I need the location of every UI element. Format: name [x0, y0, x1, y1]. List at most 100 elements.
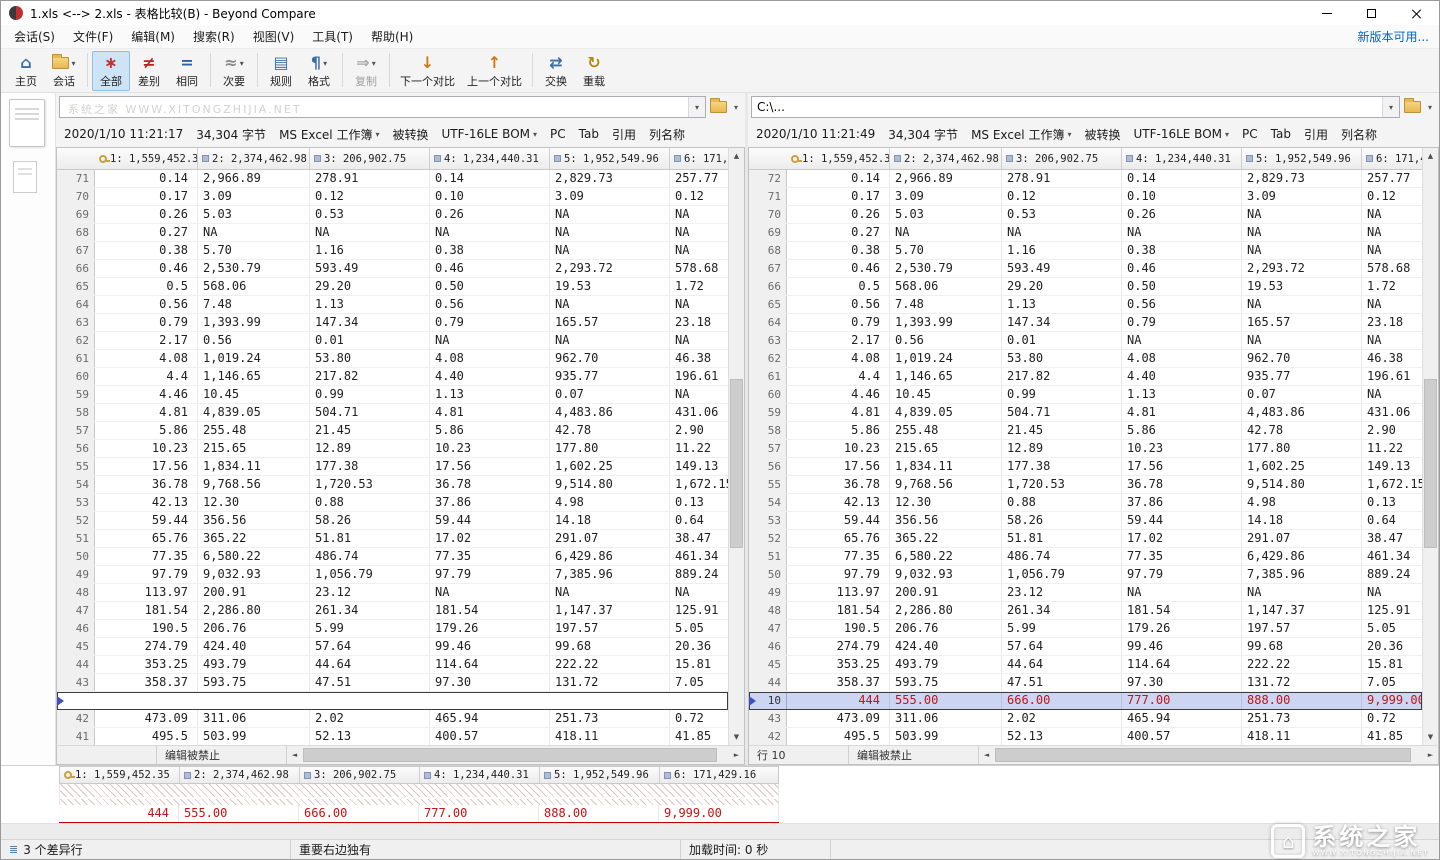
menu-item-1[interactable]: 会话(S) [5, 25, 64, 48]
table-row[interactable]: 680.27NANANANANA [57, 224, 728, 242]
table-row[interactable]: 5436.789,768.561,720.5336.789,514.801,67… [57, 476, 728, 494]
column-header-4[interactable]: 4: 1,234,440.31 [430, 148, 550, 169]
rules-button[interactable]: ▤规则 [262, 51, 300, 91]
table-row[interactable]: 690.265.030.530.26NANA [57, 206, 728, 224]
current-diff-row[interactable]: 10444555.00666.00777.00888.009,999.00 [749, 692, 1422, 710]
table-row[interactable]: 47190.5206.765.99179.26197.575.05 [749, 620, 1422, 638]
menu-item-4[interactable]: 搜索(R) [184, 25, 244, 48]
right-quote[interactable]: 引用 [1304, 126, 1328, 143]
left-column-names[interactable]: 列名称 [649, 126, 685, 143]
table-row[interactable]: 594.814,839.05504.714.814,483.86431.06 [749, 404, 1422, 422]
left-browse-folder-icon[interactable] [710, 101, 727, 113]
table-row[interactable]: 604.4610.450.991.130.07NA [749, 386, 1422, 404]
swap-button[interactable]: ⇄交换 [537, 51, 575, 91]
column-header-4[interactable]: 4: 1,234,440.31 [420, 767, 540, 783]
table-row[interactable]: 5265.76365.2251.8117.02291.0738.47 [749, 530, 1422, 548]
scroll-up-icon[interactable]: ▲ [729, 148, 744, 164]
right-file-format[interactable]: MS Excel 工作簿▾ [971, 126, 1071, 143]
right-path-dropdown-icon[interactable]: ▾ [1382, 97, 1399, 117]
table-row[interactable]: 5710.23215.6512.8910.23177.8011.22 [749, 440, 1422, 458]
table-row[interactable]: 42473.09311.062.02465.94251.730.72 [57, 710, 728, 728]
show-differences-button[interactable]: ≠差别 [130, 51, 168, 91]
table-row[interactable]: 584.814,839.05504.714.814,483.86431.06 [57, 404, 728, 422]
table-row[interactable]: 41495.5503.9952.13400.57418.1141.85 [57, 728, 728, 745]
table-row[interactable]: 650.567.481.130.56NANA [749, 296, 1422, 314]
table-row[interactable]: 700.173.090.120.103.090.12 [57, 188, 728, 206]
missing-row[interactable] [57, 692, 728, 710]
column-header-2[interactable]: 2: 2,374,462.98 [180, 767, 300, 783]
menu-item-2[interactable]: 文件(F) [64, 25, 122, 48]
right-column-names[interactable]: 列名称 [1341, 126, 1377, 143]
right-vertical-scrollbar[interactable]: ▲ ▼ [1422, 148, 1438, 745]
table-row[interactable]: 585.86255.4821.455.8642.782.90 [749, 422, 1422, 440]
right-browse-dropdown-icon[interactable]: ▾ [1425, 103, 1435, 112]
column-header-1[interactable]: 1: 1,559,452.35 [60, 767, 180, 783]
update-available-link[interactable]: 新版本可用... [1358, 28, 1429, 45]
table-row[interactable]: 660.5568.0629.200.5019.531.72 [749, 278, 1422, 296]
home-button[interactable]: ⌂主页 [7, 51, 45, 91]
right-converted[interactable]: 被转换 [1084, 126, 1120, 143]
maximize-button[interactable] [1349, 1, 1394, 25]
table-row[interactable]: 710.173.090.120.103.090.12 [749, 188, 1422, 206]
column-header-1[interactable]: 1: 1,559,452.35 [95, 148, 198, 169]
table-row[interactable]: 5165.76365.2251.8117.02291.0738.47 [57, 530, 728, 548]
table-row[interactable]: 670.462,530.79593.490.462,293.72578.68 [749, 260, 1422, 278]
table-row[interactable]: 632.170.560.01NANANA [749, 332, 1422, 350]
right-browse-folder-icon[interactable] [1404, 101, 1421, 113]
table-row[interactable]: 5517.561,834.11177.3817.561,602.25149.13 [57, 458, 728, 476]
format-button[interactable]: ¶▾格式 [300, 51, 338, 91]
menu-item-7[interactable]: 帮助(H) [362, 25, 422, 48]
table-row[interactable]: 43473.09311.062.02465.94251.730.72 [749, 710, 1422, 728]
column-header-2[interactable]: 2: 2,374,462.98 [890, 148, 1002, 169]
table-row[interactable]: 48181.542,286.80261.34181.541,147.37125.… [749, 602, 1422, 620]
table-row[interactable]: 575.86255.4821.455.8642.782.90 [57, 422, 728, 440]
table-row[interactable]: 630.791,393.99147.340.79165.5723.18 [57, 314, 728, 332]
table-row[interactable]: 614.41,146.65217.824.40935.77196.61 [749, 368, 1422, 386]
scroll-up-icon[interactable]: ▲ [1423, 148, 1438, 164]
table-row[interactable]: 5359.44356.5658.2659.4414.180.64 [749, 512, 1422, 530]
table-row[interactable]: 5077.356,580.22486.7477.356,429.86461.34 [57, 548, 728, 566]
table-row[interactable]: 710.142,966.89278.910.142,829.73257.77 [57, 170, 728, 188]
column-header-5[interactable]: 5: 1,952,549.96 [550, 148, 670, 169]
table-row[interactable]: 48113.97200.9123.12NANANA [57, 584, 728, 602]
menu-item-5[interactable]: 视图(V) [244, 25, 304, 48]
right-modified-time[interactable]: 2020/1/10 11:21:49 [756, 127, 875, 141]
column-header-4[interactable]: 4: 1,234,440.31 [1122, 148, 1242, 169]
next-difference-button[interactable]: ↓下一个对比 [394, 51, 461, 91]
left-path-dropdown-icon[interactable]: ▾ [688, 97, 705, 117]
minimize-button[interactable] [1304, 1, 1349, 25]
right-hscroll-thumb[interactable] [995, 748, 1411, 762]
table-row[interactable]: 604.41,146.65217.824.40935.77196.61 [57, 368, 728, 386]
show-all-button[interactable]: ∗全部 [92, 51, 130, 91]
view-thumbnail-icon[interactable] [13, 161, 37, 193]
table-row[interactable]: 43358.37593.7547.5197.30131.727.05 [57, 674, 728, 692]
left-vertical-scrollbar[interactable]: ▲ ▼ [728, 148, 744, 745]
left-horizontal-scrollbar[interactable]: ◄ ► [287, 746, 744, 764]
table-row[interactable]: 650.5568.0629.200.5019.531.72 [57, 278, 728, 296]
table-row[interactable]: 680.385.701.160.38NANA [749, 242, 1422, 260]
column-header-3[interactable]: 3: 206,902.75 [1002, 148, 1122, 169]
table-row[interactable]: 622.170.560.01NANANA [57, 332, 728, 350]
left-path-combobox[interactable]: 系统之家 WWW.XITONGZHIJIA.NET ▾ [59, 96, 706, 118]
column-header-6[interactable]: 6: 171,429.16 [660, 767, 779, 783]
previous-difference-button[interactable]: ↑上一个对比 [461, 51, 528, 91]
left-delimiter[interactable]: Tab [579, 127, 599, 141]
table-row[interactable]: 594.4610.450.991.130.07NA [57, 386, 728, 404]
column-header-1[interactable]: 1: 1,559,452.35 [787, 148, 890, 169]
scroll-left-icon[interactable]: ◄ [287, 751, 302, 759]
left-hscroll-thumb[interactable] [303, 748, 717, 762]
table-row[interactable]: 700.265.030.530.26NANA [749, 206, 1422, 224]
reload-button[interactable]: ↻重载 [575, 51, 613, 91]
table-row[interactable]: 44353.25493.7944.64114.64222.2215.81 [57, 656, 728, 674]
left-file-size[interactable]: 34,304 字节 [196, 126, 266, 143]
close-button[interactable] [1394, 1, 1439, 25]
column-header-6[interactable]: 6: 171,429.16 [1362, 148, 1422, 169]
column-header-3[interactable]: 3: 206,902.75 [300, 767, 420, 783]
table-row[interactable]: 46190.5206.765.99179.26197.575.05 [57, 620, 728, 638]
table-row[interactable]: 47181.542,286.80261.34181.541,147.37125.… [57, 602, 728, 620]
table-row[interactable]: 42495.5503.9952.13400.57418.1141.85 [749, 728, 1422, 745]
show-same-button[interactable]: =相同 [168, 51, 206, 91]
right-file-size[interactable]: 34,304 字节 [888, 126, 958, 143]
table-row[interactable]: 44358.37593.7547.5197.30131.727.05 [749, 674, 1422, 692]
scroll-down-icon[interactable]: ▼ [729, 729, 744, 745]
